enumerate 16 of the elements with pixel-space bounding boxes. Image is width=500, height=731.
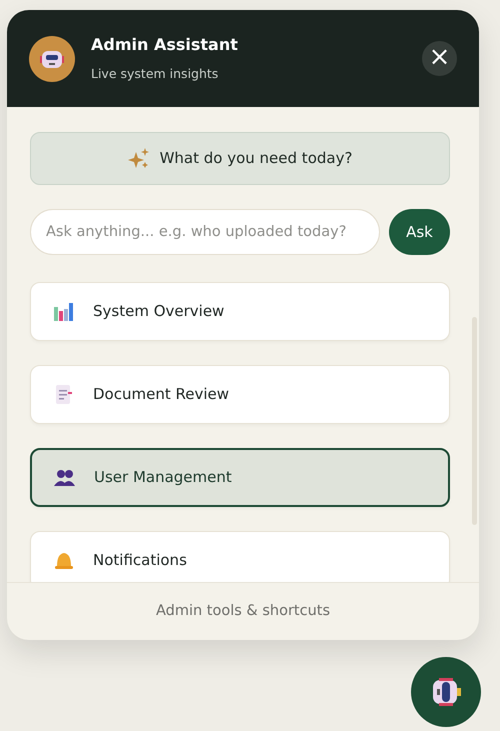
footer-text: Admin tools & shortcuts — [156, 602, 330, 621]
ask-button[interactable]: Ask — [389, 209, 450, 255]
close-button[interactable]: × — [422, 41, 457, 76]
document-icon — [53, 384, 75, 406]
assistant-title: Admin Assistant — [91, 34, 238, 56]
assistant-subtitle: Live system insights — [91, 65, 220, 84]
sparkle-icon — [128, 148, 150, 170]
robot-avatar-icon — [29, 36, 75, 82]
menu-item[interactable]: Document Review — [30, 365, 450, 424]
scrollbar[interactable] — [472, 317, 477, 525]
menu-item[interactable]: System Overview — [30, 282, 450, 341]
menu-item[interactable]: User Management — [30, 448, 450, 507]
ask-input-field[interactable]: Ask anything... e.g. who uploaded today? — [30, 209, 380, 255]
prompt-text: What do you need today? — [160, 148, 352, 170]
menu-item[interactable]: Notifications — [30, 531, 450, 582]
chart-icon — [53, 300, 75, 322]
